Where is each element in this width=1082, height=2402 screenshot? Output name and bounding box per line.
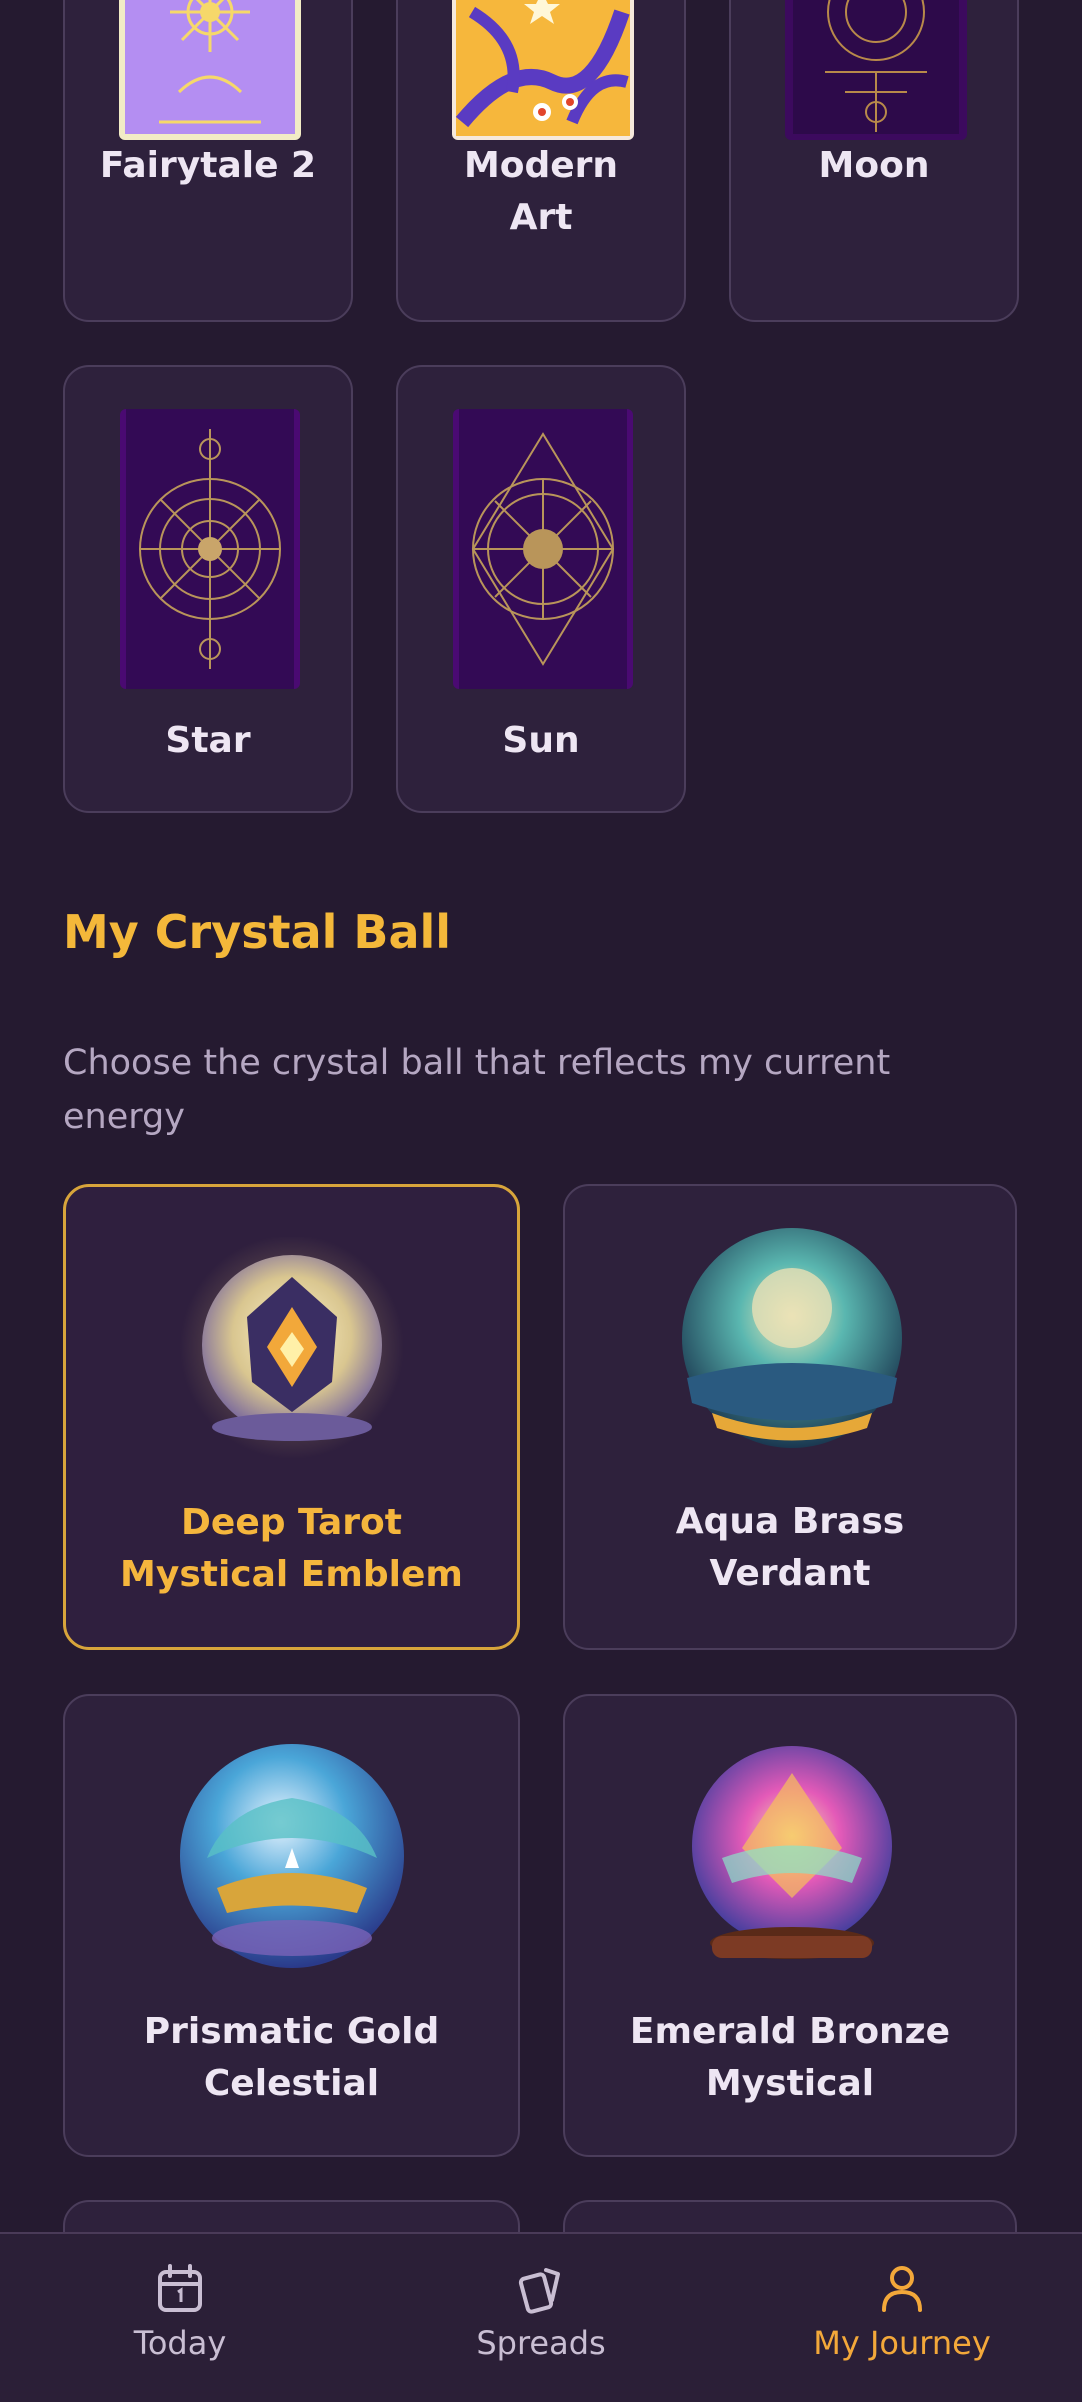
user-icon	[882, 2266, 922, 2312]
crystal-ball-image	[177, 1738, 407, 1982]
crystal-label-line: Mystical	[705, 2063, 875, 2104]
crystal-label: Deep Tarot Mystical Emblem	[66, 1497, 517, 1601]
nav-item-my-journey[interactable]: My Journey	[752, 2264, 1052, 2362]
deck-label: Star	[165, 720, 251, 761]
fairytale-deck-image	[119, 0, 301, 140]
deck-label: Fairytale 2	[99, 145, 317, 186]
crystal-label: Prismatic Gold Celestial	[65, 2006, 518, 2110]
crystal-card-deep-tarot[interactable]: Deep Tarot Mystical Emblem	[63, 1184, 520, 1650]
nav-item-today[interactable]: Today	[30, 2264, 330, 2362]
modern-art-deck-image	[452, 0, 634, 140]
deck-label: Moon	[818, 145, 930, 186]
crystal-label-line: Prismatic Gold	[143, 2011, 440, 2052]
sun-deck-image	[453, 409, 633, 689]
crystal-label-line: Celestial	[203, 2063, 380, 2104]
crystal-card-emerald-bronze[interactable]: Emerald Bronze Mystical	[563, 1694, 1017, 2157]
cards-icon	[518, 2268, 560, 2314]
nav-label: Today	[133, 2324, 227, 2362]
nav-label: Spreads	[476, 2324, 606, 2362]
nav-item-spreads[interactable]: Spreads	[391, 2264, 691, 2362]
deck-card-moon[interactable]: Moon	[729, 0, 1019, 322]
crystal-label-line: Emerald Bronze	[629, 2011, 951, 2052]
section-subtitle: Choose the crystal ball that reflects my…	[63, 1043, 891, 1137]
crystal-label-line: Mystical Emblem	[120, 1554, 463, 1595]
deck-card-modern-art[interactable]: Modern Art	[396, 0, 686, 322]
crystal-label: Emerald Bronze Mystical	[565, 2006, 1015, 2110]
crystal-ball-image	[682, 1738, 902, 1982]
crystal-label-line: Verdant	[709, 1553, 871, 1594]
deck-label-line: Modern	[463, 145, 619, 186]
deck-card-fairytale-2[interactable]: Fairytale 2	[63, 0, 353, 322]
crystal-label-line: Deep Tarot	[181, 1502, 402, 1543]
crystal-card-aqua-brass[interactable]: Aqua Brass Verdant	[563, 1184, 1017, 1650]
crystal-label-line: Aqua Brass	[675, 1501, 905, 1542]
crystal-label: Aqua Brass Verdant	[565, 1496, 1015, 1600]
calendar-icon	[158, 2264, 202, 2312]
deck-card-sun[interactable]: Sun	[396, 365, 686, 813]
crystal-ball-image	[672, 1228, 912, 1462]
crystal-card-prismatic-gold[interactable]: Prismatic Gold Celestial	[63, 1694, 520, 2157]
deck-label: Modern Art	[398, 140, 684, 244]
star-deck-image	[120, 409, 300, 689]
nav-label: My Journey	[813, 2324, 991, 2362]
section-title: My Crystal Ball	[63, 905, 452, 959]
deck-card-star[interactable]: Star	[63, 365, 353, 813]
moon-deck-image	[785, 0, 967, 140]
crystal-ball-image	[172, 1235, 412, 1471]
bottom-navigation: Today Spreads My Journey	[0, 2232, 1082, 2402]
deck-label-line: Art	[509, 197, 573, 238]
deck-label: Sun	[502, 720, 580, 761]
page: Fairytale 2 Modern Art Moon Star Sun My …	[0, 0, 1082, 2402]
